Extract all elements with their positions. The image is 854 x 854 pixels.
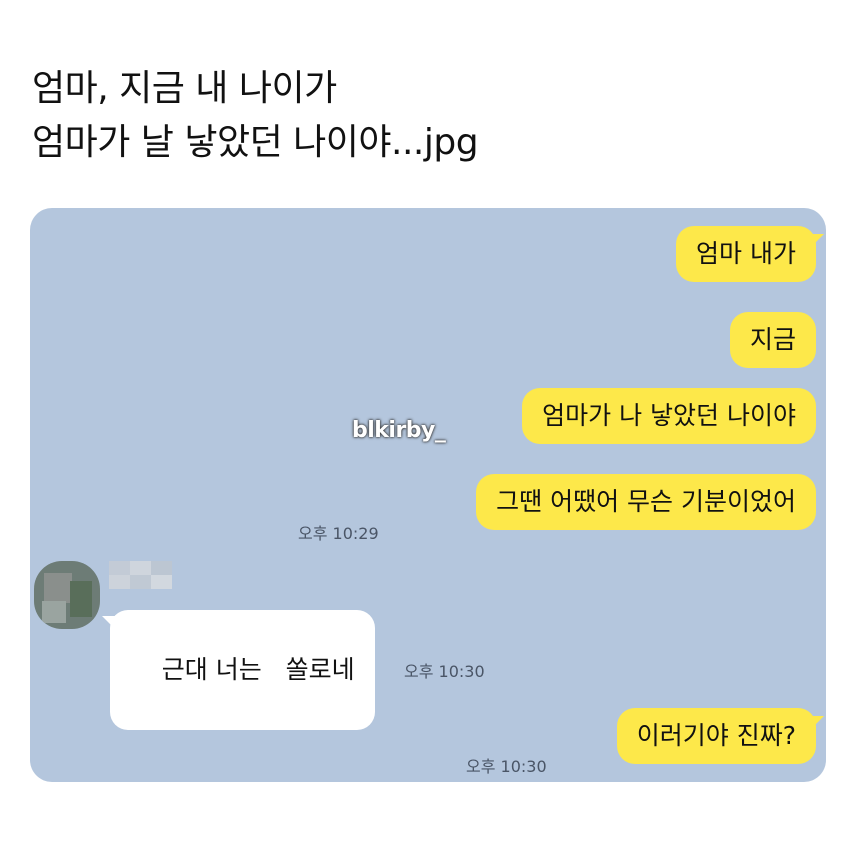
my-message-bubble[interactable]: 엄마 내가 bbox=[676, 226, 816, 282]
contact-avatar[interactable] bbox=[34, 561, 100, 629]
message-timestamp: 오후 10:30 bbox=[404, 662, 485, 681]
message-timestamp: 오후 10:30 bbox=[466, 757, 547, 776]
message-text: 그땐 어땠어 무슨 기분이었어 bbox=[496, 487, 796, 516]
contact-message-bubble[interactable]: 근대 너는 쏠로네 bbox=[110, 610, 375, 730]
bubble-tail bbox=[810, 716, 824, 730]
message-text: 지금 bbox=[749, 325, 796, 354]
watermark: blkirby_ bbox=[352, 418, 446, 443]
message-text: 엄마가 나 낳았던 나이야 bbox=[542, 401, 796, 430]
message-text: 근대 너는 쏠로네 bbox=[161, 655, 355, 684]
message-text: 이러기야 진짜? bbox=[636, 721, 796, 750]
contact-name-blurred bbox=[109, 561, 172, 589]
headline-line-2: 엄마가 날 낳았던 나이야...jpg bbox=[32, 122, 479, 163]
my-message-bubble[interactable]: 엄마가 나 낳았던 나이야 bbox=[522, 388, 816, 444]
message-timestamp: 오후 10:29 bbox=[298, 524, 379, 543]
my-message-bubble[interactable]: 이러기야 진짜? bbox=[616, 708, 816, 764]
bubble-tail bbox=[810, 234, 824, 248]
my-message-bubble[interactable]: 지금 bbox=[729, 312, 816, 368]
bubble-tail bbox=[102, 616, 116, 630]
post-headline: 엄마, 지금 내 나이가 엄마가 날 낳았던 나이야...jpg bbox=[32, 62, 832, 170]
avatar-blur-block bbox=[44, 573, 72, 603]
message-text: 엄마 내가 bbox=[696, 239, 796, 268]
avatar-blur-block bbox=[70, 581, 92, 617]
avatar-blur-block bbox=[42, 601, 66, 623]
my-message-bubble[interactable]: 그땐 어땠어 무슨 기분이었어 bbox=[476, 474, 816, 530]
headline-line-1: 엄마, 지금 내 나이가 bbox=[32, 68, 337, 109]
chat-screenshot: 엄마 내가 지금 blkirby_ 엄마가 나 낳았던 나이야 그땐 어땠어 무… bbox=[30, 208, 826, 782]
